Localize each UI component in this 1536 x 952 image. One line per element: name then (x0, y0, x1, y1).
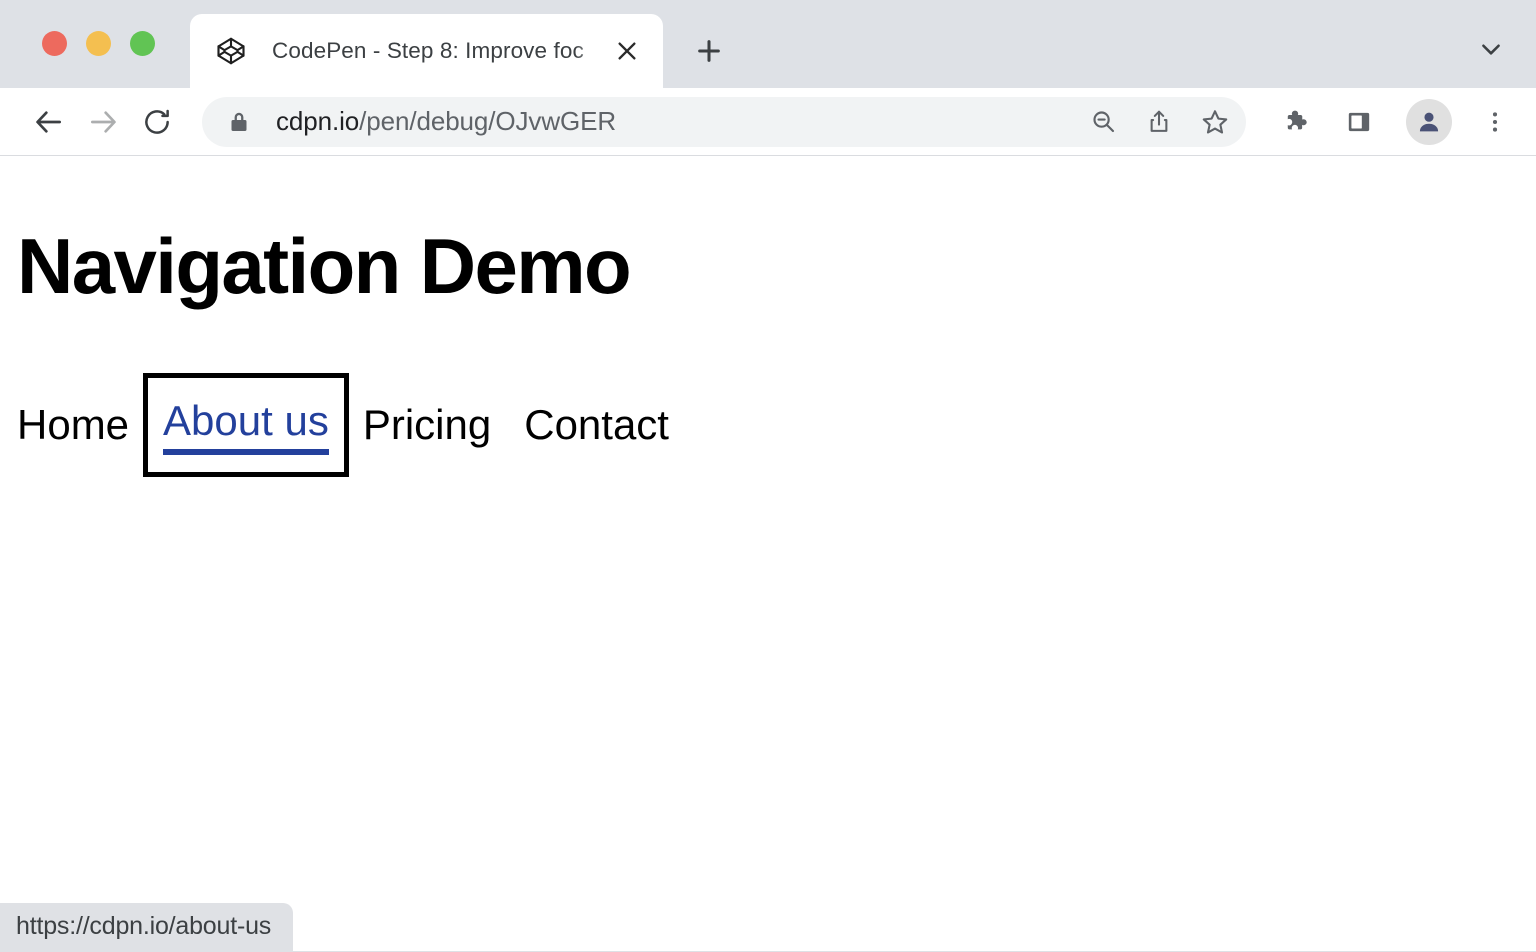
tab-search-button[interactable] (1466, 24, 1516, 74)
codepen-logo-icon (216, 36, 246, 66)
profile-avatar[interactable] (1406, 99, 1452, 145)
lock-icon[interactable] (228, 111, 250, 133)
url-path: /pen/debug/OJvwGER (359, 106, 616, 136)
share-icon[interactable] (1136, 99, 1182, 145)
browser-window: CodePen - Step 8: Improve foc (0, 0, 1536, 952)
new-tab-button[interactable] (681, 23, 737, 79)
nav-link-about-us[interactable]: About us (148, 378, 344, 472)
side-panel-icon[interactable] (1334, 97, 1384, 147)
window-minimize-button[interactable] (86, 31, 111, 56)
site-navigation: Home About us Pricing Contact (17, 378, 669, 472)
zoom-out-icon[interactable] (1080, 99, 1126, 145)
window-maximize-button[interactable] (130, 31, 155, 56)
nav-link-about-us-label: About us (163, 397, 329, 444)
nav-link-pricing[interactable]: Pricing (363, 404, 491, 446)
tab-close-icon[interactable] (605, 29, 649, 73)
window-close-button[interactable] (42, 31, 67, 56)
tab-title: CodePen - Step 8: Improve foc (272, 38, 605, 64)
browser-toolbar: cdpn.io/pen/debug/OJvwGER (0, 88, 1536, 156)
browser-tab-active[interactable]: CodePen - Step 8: Improve foc (190, 14, 663, 88)
window-traffic-lights (42, 31, 155, 56)
address-bar-url: cdpn.io/pen/debug/OJvwGER (276, 106, 1070, 137)
back-button[interactable] (22, 95, 76, 149)
page-title: Navigation Demo (17, 227, 630, 305)
nav-link-home[interactable]: Home (17, 404, 129, 446)
status-bar-url: https://cdpn.io/about-us (0, 903, 293, 951)
url-host: cdpn.io (276, 106, 359, 136)
tab-strip: CodePen - Step 8: Improve foc (0, 0, 1536, 88)
nav-link-contact[interactable]: Contact (524, 404, 669, 446)
address-bar[interactable]: cdpn.io/pen/debug/OJvwGER (202, 97, 1246, 147)
tabs-area: CodePen - Step 8: Improve foc (190, 0, 737, 88)
active-link-underline (163, 449, 329, 455)
three-dot-menu-icon[interactable] (1472, 99, 1518, 145)
bookmark-star-icon[interactable] (1192, 99, 1238, 145)
reload-button[interactable] (130, 95, 184, 149)
page-viewport: Navigation Demo Home About us Pricing Co… (0, 156, 1536, 951)
extensions-puzzle-icon[interactable] (1272, 97, 1322, 147)
forward-button[interactable] (76, 95, 130, 149)
